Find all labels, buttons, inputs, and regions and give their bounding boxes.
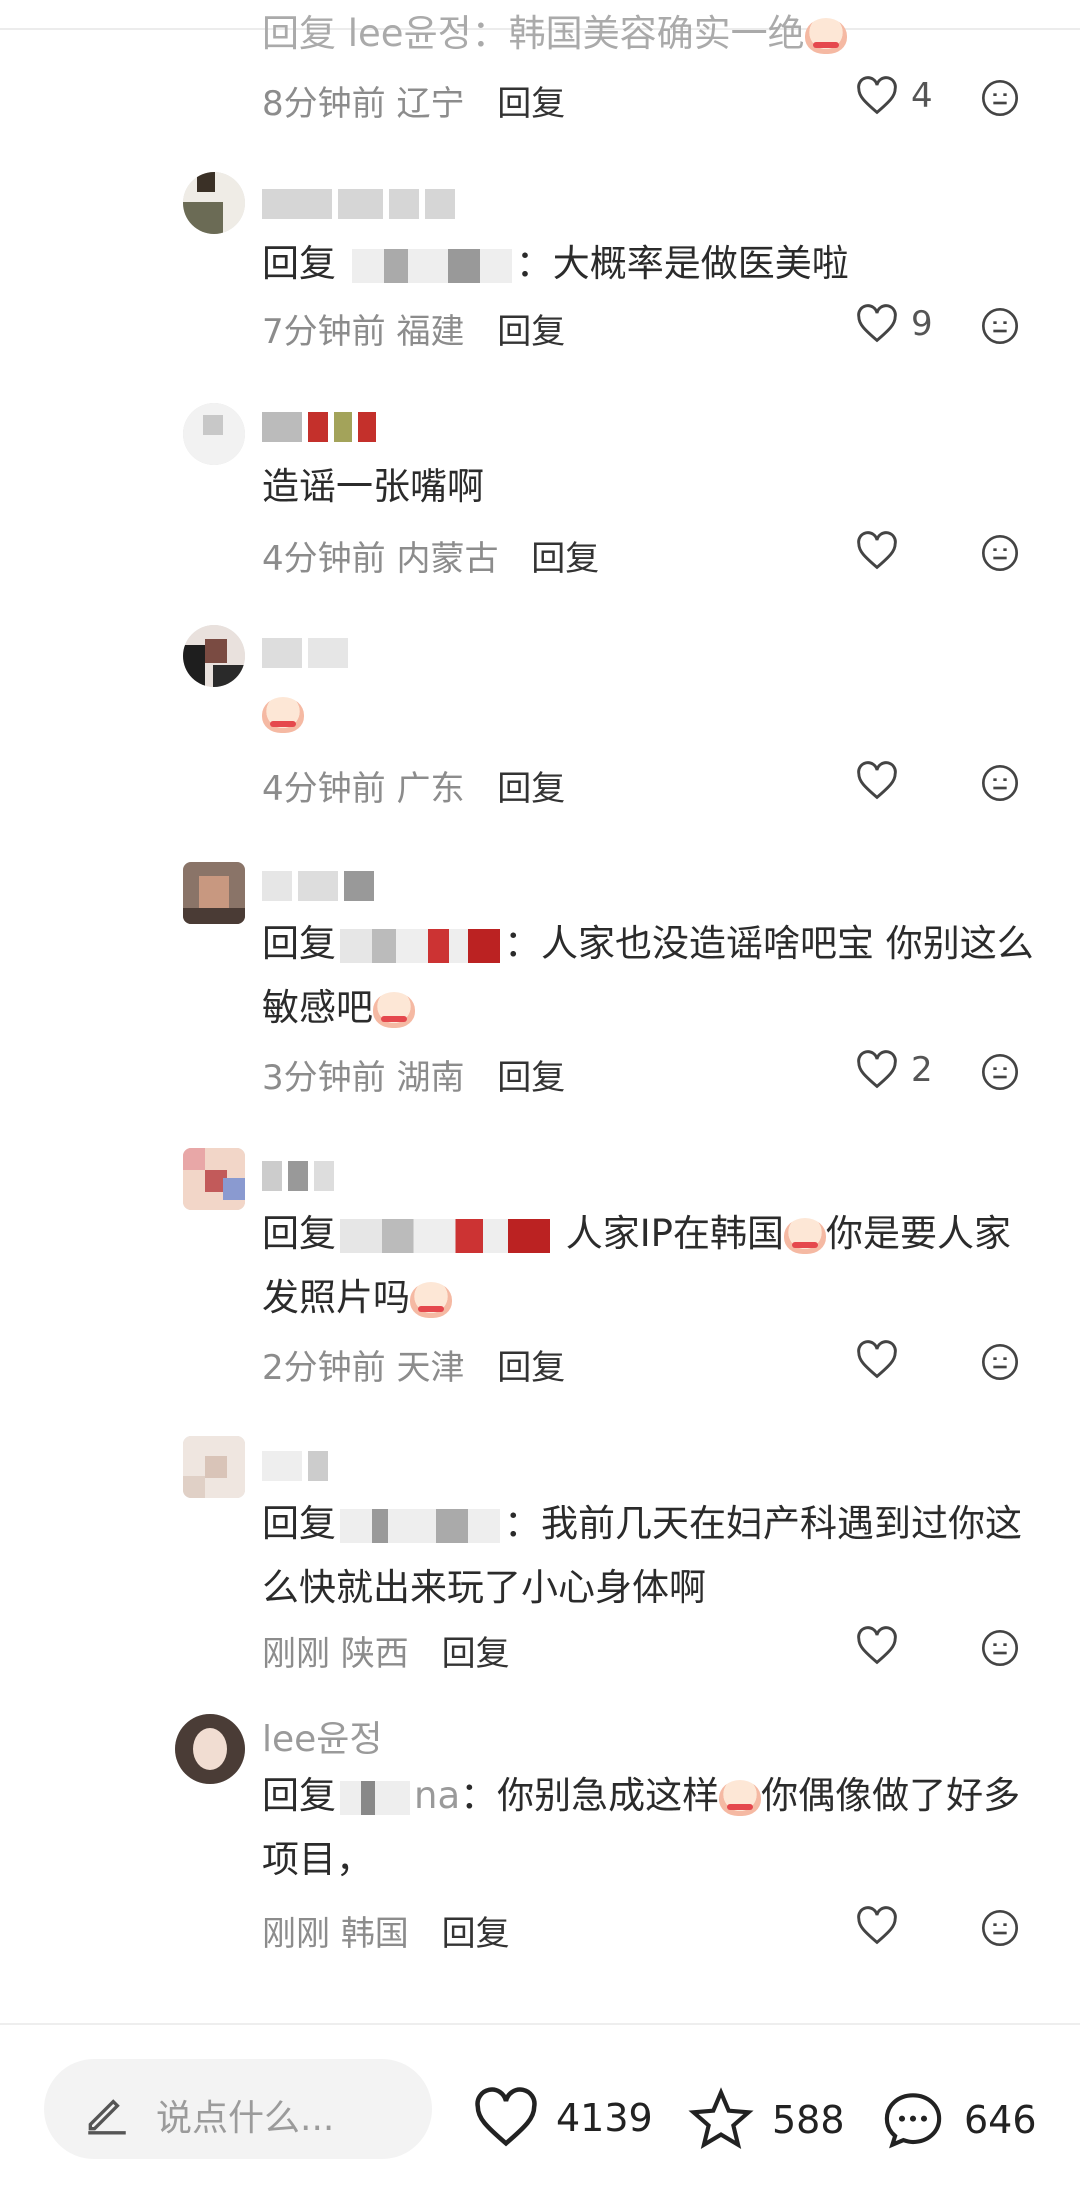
comment-meta: 4分钟前 内蒙古 回复 xyxy=(262,539,600,579)
emoji-reaction-icon[interactable] xyxy=(980,533,1020,573)
emoji-reaction-icon[interactable] xyxy=(980,1908,1020,1948)
crying-laugh-emoji xyxy=(784,1217,826,1254)
like-count: 4 xyxy=(911,76,933,116)
crying-laugh-emoji xyxy=(373,991,415,1028)
like-button[interactable] xyxy=(855,1340,911,1380)
avatar[interactable] xyxy=(183,1436,245,1498)
reply-button[interactable]: 回复 xyxy=(497,84,565,124)
favorite-action-button[interactable]: 588 xyxy=(686,2087,845,2153)
heart-icon xyxy=(857,761,897,800)
like-count: 2 xyxy=(911,1050,933,1090)
like-total: 4139 xyxy=(556,2096,653,2140)
comment-meta: 刚刚 韩国 回复 xyxy=(262,1914,510,1954)
like-button[interactable] xyxy=(855,761,911,801)
like-button[interactable]: 2 xyxy=(855,1050,933,1090)
avatar[interactable] xyxy=(183,625,245,687)
commenter-nickname[interactable] xyxy=(262,1154,340,1204)
commenter-nickname[interactable] xyxy=(262,405,382,455)
comment-content xyxy=(262,681,1042,745)
heart-icon xyxy=(857,76,897,115)
heart-icon xyxy=(857,1340,897,1379)
comment-meta: 刚刚 陕西 回复 xyxy=(262,1634,510,1674)
comment-meta: 2分钟前 天津 回复 xyxy=(262,1348,566,1388)
heart-icon xyxy=(857,1050,897,1089)
comment-meta: 8分钟前 辽宁 回复 xyxy=(262,84,566,124)
blurred-username xyxy=(340,928,500,963)
reply-button[interactable]: 回复 xyxy=(497,1058,565,1098)
like-count: 9 xyxy=(911,304,933,344)
comment-content: 回复 ：大概率是做医美啦 xyxy=(262,242,849,285)
star-icon xyxy=(688,2087,754,2150)
commenter-nickname[interactable]: lee윤정 xyxy=(262,1710,383,1760)
like-button[interactable] xyxy=(855,1906,911,1946)
like-button[interactable] xyxy=(855,1626,911,1666)
comment-content: 造谣一张嘴啊 xyxy=(262,465,484,508)
commenter-nickname[interactable] xyxy=(262,182,461,232)
like-action-button[interactable]: 4139 xyxy=(472,2087,653,2149)
comment-input-placeholder: 说点什么... xyxy=(156,2098,335,2139)
emoji-reaction-icon[interactable] xyxy=(980,1628,1020,1668)
commenter-nickname[interactable] xyxy=(262,1444,334,1494)
like-button[interactable]: 9 xyxy=(855,304,933,344)
reply-button[interactable]: 回复 xyxy=(442,1634,510,1674)
comment-bubble-icon xyxy=(884,2093,942,2149)
heart-icon xyxy=(475,2087,537,2147)
reply-button[interactable]: 回复 xyxy=(531,539,599,579)
crying-laugh-emoji xyxy=(410,1281,452,1318)
reply-button[interactable]: 回复 xyxy=(497,769,565,809)
blurred-username xyxy=(340,1508,500,1543)
comment-input[interactable]: 说点什么... xyxy=(44,2059,432,2159)
comment-content: 回复 na：你别急成这样 你偶像做了好多项目， xyxy=(262,1774,1021,1881)
blurred-username xyxy=(340,1780,410,1815)
comment-meta: 3分钟前 湖南 回复 xyxy=(262,1058,566,1098)
avatar[interactable] xyxy=(175,1714,245,1784)
emoji-reaction-icon[interactable] xyxy=(980,1342,1020,1382)
bottom-action-bar: 说点什么... 4139 588 646 xyxy=(0,2023,1080,2187)
comment-content: 回复 人家IP在韩国 你是要人家发照片吗 xyxy=(262,1212,1011,1319)
pencil-icon xyxy=(88,2099,126,2135)
avatar[interactable] xyxy=(183,862,245,924)
like-button[interactable]: 4 xyxy=(855,76,933,116)
comment-content: 回复 ：人家也没造谣啥吧宝 你别这么敏感吧 xyxy=(262,922,1034,1029)
comment-content: 回复 lee윤정：韩国美容确实一绝 xyxy=(262,2,1042,66)
reply-button[interactable]: 回复 xyxy=(497,312,565,352)
reply-button[interactable]: 回复 xyxy=(442,1914,510,1954)
comment-meta: 7分钟前 福建 回复 xyxy=(262,312,566,352)
commenter-nickname[interactable] xyxy=(262,631,354,681)
avatar[interactable] xyxy=(183,1148,245,1210)
heart-icon xyxy=(857,1906,897,1945)
like-button[interactable] xyxy=(855,531,911,571)
blurred-username xyxy=(351,248,512,283)
emoji-reaction-icon[interactable] xyxy=(980,306,1020,346)
commenter-nickname[interactable] xyxy=(262,864,380,914)
reply-button[interactable]: 回复 xyxy=(497,1348,565,1388)
emoji-reaction-icon[interactable] xyxy=(980,78,1020,118)
comment-meta: 4分钟前 广东 回复 xyxy=(262,769,566,809)
favorite-total: 588 xyxy=(772,2098,845,2142)
crying-laugh-emoji xyxy=(719,1779,762,1816)
reply-target-name[interactable]: lee윤정 xyxy=(348,12,472,55)
emoji-reaction-icon[interactable] xyxy=(980,763,1020,803)
blurred-username xyxy=(340,1218,550,1253)
avatar[interactable] xyxy=(183,172,245,234)
heart-icon xyxy=(857,531,897,570)
emoji-reaction-icon[interactable] xyxy=(980,1052,1020,1092)
heart-icon xyxy=(857,304,897,343)
heart-icon xyxy=(857,1626,897,1665)
comment-total: 646 xyxy=(964,2098,1037,2142)
avatar[interactable] xyxy=(183,403,245,465)
comment-content: 回复 ：我前几天在妇产科遇到过你这么快就出来玩了小心身体啊 xyxy=(262,1502,1022,1609)
crying-laugh-emoji xyxy=(804,17,847,54)
comment-action-button[interactable]: 646 xyxy=(878,2087,1037,2153)
crying-laugh-emoji xyxy=(262,696,304,733)
